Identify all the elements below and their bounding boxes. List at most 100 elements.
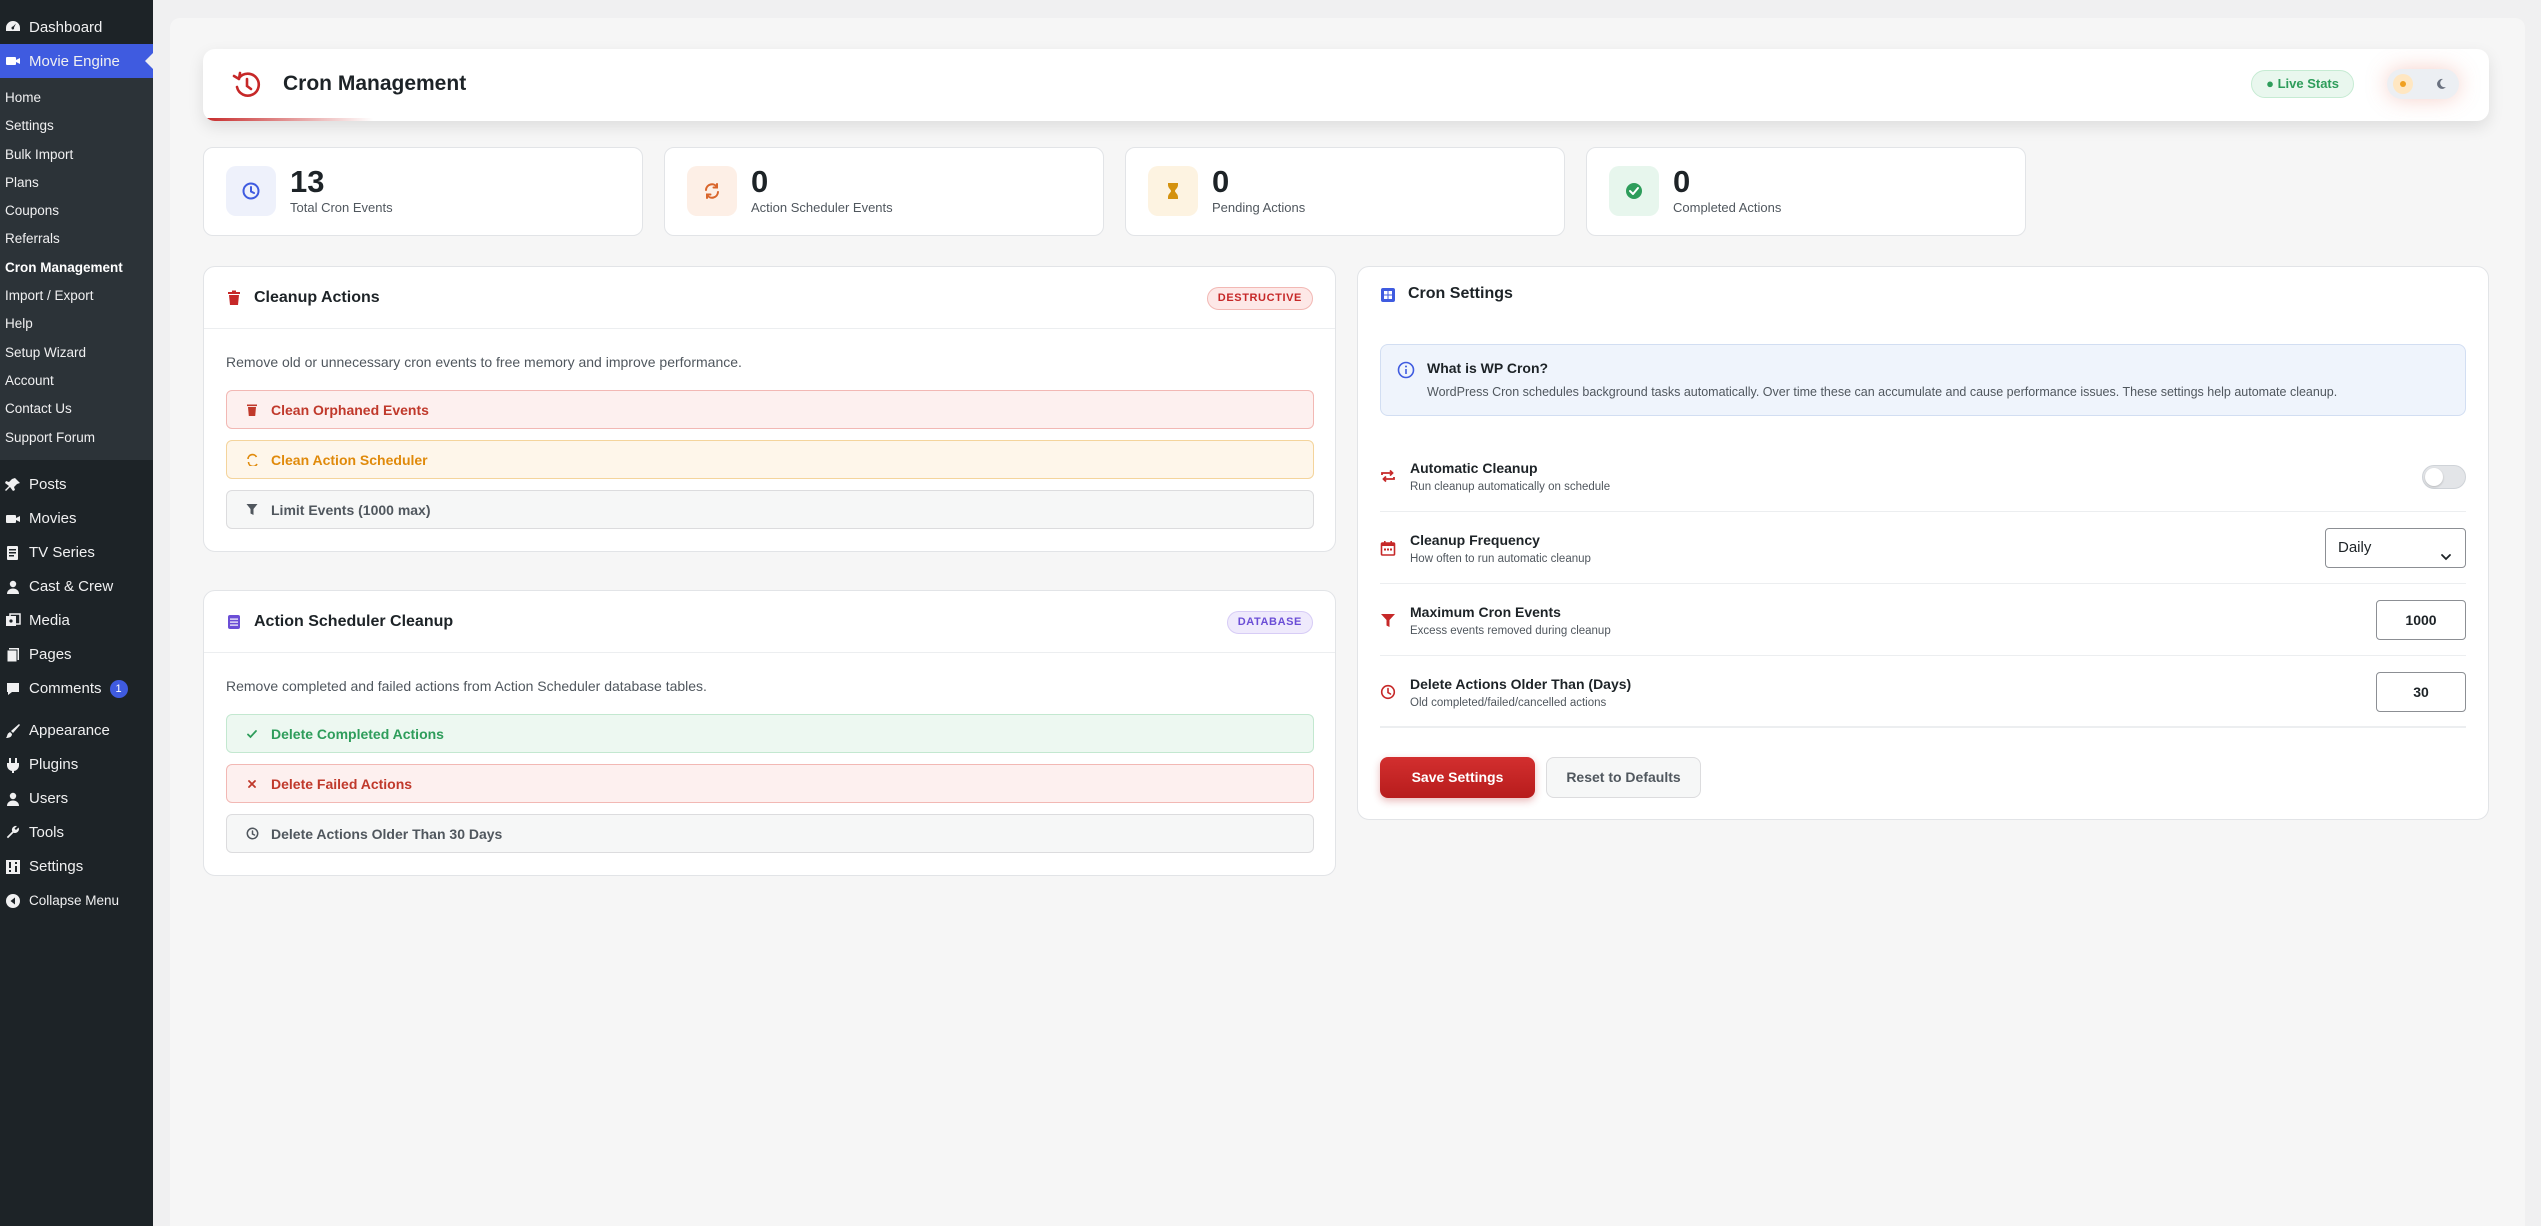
header-accent-bar <box>203 118 373 121</box>
comment-icon <box>4 680 22 698</box>
setting-automatic-cleanup: Automatic Cleanup Run cleanup automatica… <box>1380 440 2466 512</box>
submenu-setup-wizard[interactable]: Setup Wizard <box>0 339 153 367</box>
menu-dashboard[interactable]: Dashboard <box>0 10 153 44</box>
menu-tools[interactable]: Tools <box>0 816 153 850</box>
submenu-home[interactable]: Home <box>0 84 153 112</box>
save-settings-button[interactable]: Save Settings <box>1380 757 1535 798</box>
submenu-contact-us[interactable]: Contact Us <box>0 395 153 423</box>
menu-pages[interactable]: Pages <box>0 638 153 672</box>
database-icon <box>226 614 242 630</box>
trash-icon <box>226 290 242 306</box>
button-label: Delete Actions Older Than 30 Days <box>271 825 503 842</box>
cleanup-frequency-select[interactable]: Daily <box>2325 528 2466 568</box>
database-tag: DATABASE <box>1226 611 1313 634</box>
submenu-account[interactable]: Account <box>0 367 153 395</box>
menu-separator <box>0 460 153 468</box>
moon-icon[interactable] <box>2431 74 2451 94</box>
admin-sidebar: Dashboard Movie Engine Home Settings Bul… <box>0 0 153 1226</box>
submenu-bulk-import[interactable]: Bulk Import <box>0 141 153 169</box>
menu-users[interactable]: Users <box>0 782 153 816</box>
menu-movie-engine[interactable]: Movie Engine <box>0 44 153 78</box>
setting-description: Old completed/failed/cancelled actions <box>1410 697 1607 709</box>
setting-delete-older-than: Delete Actions Older Than (Days) Old com… <box>1380 656 2466 728</box>
setting-cleanup-frequency: Cleanup Frequency How often to run autom… <box>1380 512 2466 584</box>
select-value: Daily <box>2338 539 2372 556</box>
max-cron-events-input[interactable]: 1000 <box>2376 600 2466 640</box>
destructive-tag: DESTRUCTIVE <box>1206 287 1313 310</box>
info-icon <box>1397 361 1415 379</box>
delete-completed-actions-button[interactable]: Delete Completed Actions <box>226 714 1314 753</box>
button-label: Delete Failed Actions <box>271 775 413 792</box>
menu-tools-label: Tools <box>29 824 65 842</box>
page-title: Cron Management <box>283 72 467 95</box>
repeat-icon <box>1380 468 1396 484</box>
clean-action-scheduler-button[interactable]: Clean Action Scheduler <box>226 440 1314 479</box>
info-text: WordPress Cron schedules background task… <box>1427 385 2338 399</box>
theme-toggle[interactable] <box>2387 69 2459 99</box>
stat-value: 0 <box>1673 164 1691 199</box>
reset-defaults-button[interactable]: Reset to Defaults <box>1546 757 1701 798</box>
menu-collapse[interactable]: Collapse Menu <box>0 884 153 918</box>
panel-header: Action Scheduler Cleanup DATABASE <box>204 591 1335 653</box>
panel-title: Cron Settings <box>1408 285 1513 302</box>
calendar-icon <box>1380 540 1396 556</box>
collapse-icon <box>4 892 22 910</box>
video-icon <box>4 510 22 528</box>
video-icon <box>4 52 22 70</box>
clock-icon <box>245 827 259 841</box>
settings-icon <box>4 858 22 876</box>
menu-movies-label: Movies <box>29 510 77 528</box>
stat-card-action-scheduler: 0 Action Scheduler Events <box>664 147 1104 236</box>
button-label: Clean Action Scheduler <box>271 451 428 468</box>
action-scheduler-panel: Action Scheduler Cleanup DATABASE Remove… <box>203 590 1336 876</box>
dashboard-icon <box>4 18 22 36</box>
submenu-referrals[interactable]: Referrals <box>0 225 153 253</box>
cron-settings-panel: Cron Settings What is WP Cron? WordPress… <box>1357 266 2489 820</box>
menu-movie-engine-label: Movie Engine <box>29 52 120 70</box>
history-clock-icon <box>231 69 263 101</box>
menu-cast-crew-label: Cast & Crew <box>29 578 114 596</box>
menu-appearance[interactable]: Appearance <box>0 714 153 748</box>
delete-old-actions-button[interactable]: Delete Actions Older Than 30 Days <box>226 814 1314 853</box>
menu-media[interactable]: Media <box>0 604 153 638</box>
stat-label: Completed Actions <box>1673 200 1782 215</box>
sun-icon[interactable] <box>2393 74 2413 94</box>
menu-posts[interactable]: Posts <box>0 468 153 502</box>
button-label: Delete Completed Actions <box>271 725 444 742</box>
menu-comments[interactable]: Comments 1 <box>0 672 153 706</box>
grid-icon <box>1380 287 1396 303</box>
menu-plugins[interactable]: Plugins <box>0 748 153 782</box>
live-stats-badge: ● Live Stats <box>2251 70 2354 98</box>
delete-older-days-input[interactable]: 30 <box>2376 672 2466 712</box>
menu-tv-series-label: TV Series <box>29 544 95 562</box>
stat-card-pending: 0 Pending Actions <box>1125 147 1565 236</box>
submenu-import-export[interactable]: Import / Export <box>0 282 153 310</box>
setting-description: Run cleanup automatically on schedule <box>1410 481 1611 493</box>
automatic-cleanup-toggle[interactable] <box>2422 465 2466 489</box>
setting-title: Delete Actions Older Than (Days) <box>1410 676 1632 692</box>
menu-settings-label: Settings <box>29 858 84 876</box>
submenu-settings[interactable]: Settings <box>0 112 153 140</box>
comments-count-badge: 1 <box>109 679 128 698</box>
menu-plugins-label: Plugins <box>29 756 79 774</box>
sync-icon <box>687 166 737 216</box>
menu-tv-series[interactable]: TV Series <box>0 536 153 570</box>
stat-label: Pending Actions <box>1212 200 1306 215</box>
stat-label: Action Scheduler Events <box>751 200 893 215</box>
delete-failed-actions-button[interactable]: Delete Failed Actions <box>226 764 1314 803</box>
submenu-coupons[interactable]: Coupons <box>0 197 153 225</box>
submenu-support-forum[interactable]: Support Forum <box>0 424 153 452</box>
limit-events-button[interactable]: Limit Events (1000 max) <box>226 490 1314 529</box>
submenu-help[interactable]: Help <box>0 310 153 338</box>
cleanup-actions-panel: Cleanup Actions DESTRUCTIVE Remove old o… <box>203 266 1336 552</box>
info-title: What is WP Cron? <box>1427 360 1549 376</box>
submenu-plans[interactable]: Plans <box>0 169 153 197</box>
menu-movies[interactable]: Movies <box>0 502 153 536</box>
menu-settings[interactable]: Settings <box>0 850 153 884</box>
clean-orphaned-events-button[interactable]: Clean Orphaned Events <box>226 390 1314 429</box>
pin-icon <box>4 476 22 494</box>
button-label: Limit Events (1000 max) <box>271 501 431 518</box>
movie-engine-submenu: Home Settings Bulk Import Plans Coupons … <box>0 78 153 460</box>
submenu-cron-management[interactable]: Cron Management <box>0 254 153 282</box>
menu-cast-crew[interactable]: Cast & Crew <box>0 570 153 604</box>
